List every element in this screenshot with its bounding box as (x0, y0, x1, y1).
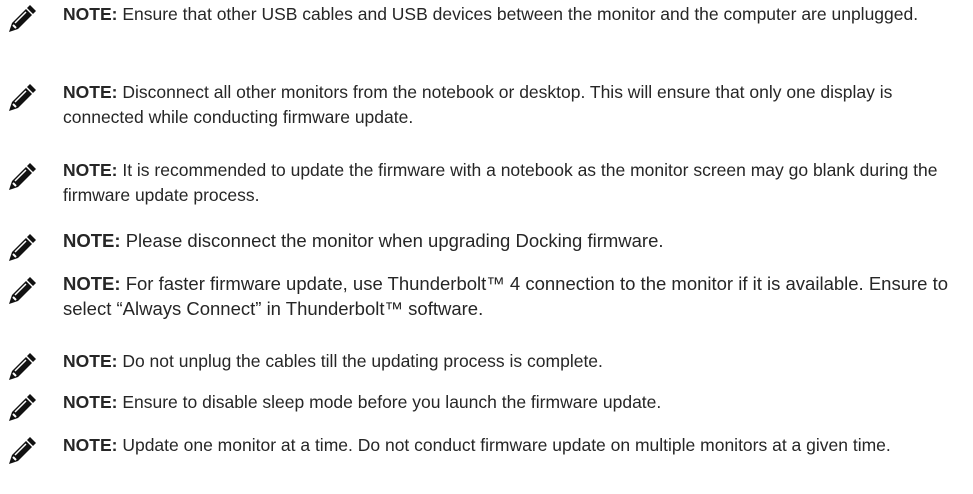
note-text: NOTE: For faster firmware update, use Th… (63, 271, 963, 321)
note-text: NOTE: Please disconnect the monitor when… (63, 228, 963, 253)
pencil-note-icon (9, 394, 36, 421)
pencil-note-icon (9, 277, 36, 304)
note-label: NOTE: (63, 351, 118, 371)
note-label: NOTE: (63, 392, 118, 412)
pencil-note-icon (9, 163, 36, 190)
note-text: NOTE: Update one monitor at a time. Do n… (63, 433, 963, 458)
note-body: Disconnect all other monitors from the n… (63, 82, 893, 127)
pencil-note-icon (9, 5, 36, 32)
note-body: Please disconnect the monitor when upgra… (125, 230, 664, 251)
note-body: Update one monitor at a time. Do not con… (122, 435, 891, 455)
note-text: NOTE: Ensure to disable sleep mode befor… (63, 390, 963, 415)
note-label: NOTE: (63, 160, 118, 180)
note-body: It is recommended to update the firmware… (63, 160, 938, 205)
note-label: NOTE: (63, 4, 118, 24)
note-text: NOTE: Ensure that other USB cables and U… (63, 2, 963, 27)
note-text: NOTE: Disconnect all other monitors from… (63, 80, 963, 130)
note-body: Ensure that other USB cables and USB dev… (122, 4, 919, 24)
note-body: Ensure to disable sleep mode before you … (122, 392, 662, 412)
pencil-note-icon (9, 437, 36, 464)
note-body: For faster firmware update, use Thunderb… (63, 273, 949, 319)
note-label: NOTE: (63, 82, 118, 102)
note-label: NOTE: (63, 230, 121, 251)
pencil-note-icon (9, 84, 36, 111)
pencil-note-icon (9, 234, 36, 261)
note-body: Do not unplug the cables till the updati… (122, 351, 603, 371)
document-page: { "label": "NOTE:", "notes": [ {"text": … (0, 0, 973, 494)
pencil-note-icon (9, 353, 36, 380)
note-text: NOTE: Do not unplug the cables till the … (63, 349, 963, 374)
note-label: NOTE: (63, 273, 121, 294)
note-label: NOTE: (63, 435, 118, 455)
note-text: NOTE: It is recommended to update the fi… (63, 158, 963, 208)
